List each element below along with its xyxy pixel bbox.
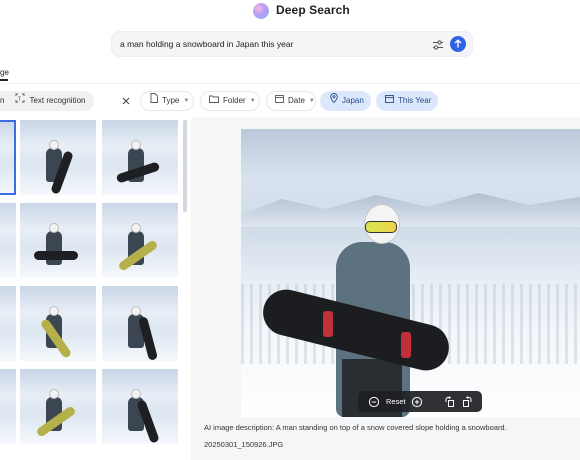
rotate-left-button[interactable] xyxy=(444,395,456,407)
chip-label: This Year xyxy=(398,96,432,105)
preview-image[interactable] xyxy=(241,129,580,417)
chevron-down-icon: ▼ xyxy=(308,98,315,104)
search-bar[interactable]: a man holding a snowboard in Japan this … xyxy=(111,31,473,57)
result-thumbnail[interactable] xyxy=(20,369,96,444)
results-scrollbar[interactable] xyxy=(183,120,187,212)
zoom-in-button[interactable] xyxy=(411,395,423,408)
filter-location[interactable]: Japan xyxy=(320,91,371,111)
filter-type[interactable]: Type ▼ xyxy=(140,91,194,111)
binding xyxy=(401,332,411,358)
close-icon xyxy=(122,97,130,105)
filter-folder[interactable]: Folder ▼ xyxy=(200,91,260,111)
arrow-up-icon xyxy=(454,39,462,48)
svg-text:T: T xyxy=(18,96,22,102)
chip-label: Date xyxy=(288,96,305,105)
search-submit-button[interactable] xyxy=(450,36,466,52)
filter-date[interactable]: Date ▼ xyxy=(266,91,316,111)
rotate-left-icon xyxy=(445,396,454,407)
result-thumbnail[interactable] xyxy=(102,203,178,278)
binding xyxy=(323,311,333,337)
image-description: AI image description: A man standing on … xyxy=(204,423,507,432)
file-icon xyxy=(150,91,158,111)
chip-text-fragment: n xyxy=(0,96,5,105)
result-thumbnail[interactable] xyxy=(0,369,16,444)
search-input[interactable]: a man holding a snowboard in Japan this … xyxy=(120,39,293,49)
result-thumbnail[interactable] xyxy=(102,120,178,195)
folder-icon xyxy=(209,91,219,111)
clear-filters-button[interactable] xyxy=(117,91,135,111)
image-viewer-toolbar: Reset xyxy=(358,391,482,412)
image-filename: 20250301_150926.JPG xyxy=(204,440,284,449)
result-thumbnail[interactable] xyxy=(0,120,16,195)
chip-label: Text recognition xyxy=(29,96,86,105)
active-tab-indicator xyxy=(0,79,8,81)
result-thumbnail[interactable] xyxy=(0,203,16,278)
zoom-in-icon xyxy=(411,396,423,408)
filter-period[interactable]: This Year xyxy=(376,91,438,111)
chip-label: Type xyxy=(162,96,180,105)
chip-label: Folder xyxy=(223,96,246,105)
result-thumbnail[interactable] xyxy=(20,120,96,195)
mountain-backdrop xyxy=(241,193,580,227)
result-thumbnail[interactable] xyxy=(102,286,178,361)
deep-search-window: Deep Search a man holding a snowboard in… xyxy=(0,0,580,460)
zoom-out-icon xyxy=(368,396,380,408)
text-recognition-icon: T xyxy=(15,91,25,111)
rotate-right-icon xyxy=(463,396,472,407)
app-logo xyxy=(253,3,269,19)
app-header: Deep Search xyxy=(0,0,580,22)
header-divider xyxy=(0,83,580,84)
result-thumbnail[interactable] xyxy=(102,369,178,444)
chip-text-recognition[interactable]: n T Text recognition xyxy=(0,91,94,111)
chip-label: Japan xyxy=(342,96,364,105)
chevron-down-icon: ▼ xyxy=(249,98,256,104)
results-grid xyxy=(0,120,182,460)
rotate-right-button[interactable] xyxy=(461,395,473,407)
calendar-icon xyxy=(275,91,284,111)
app-title: Deep Search xyxy=(276,3,350,17)
reset-zoom-button[interactable]: Reset xyxy=(386,397,406,406)
tab-image[interactable]: ge xyxy=(0,68,9,77)
map-pin-icon xyxy=(330,91,338,111)
sliders-icon[interactable] xyxy=(432,38,444,50)
result-thumbnail[interactable] xyxy=(0,286,16,361)
chevron-down-icon: ▼ xyxy=(183,98,190,104)
calendar-icon xyxy=(385,91,394,111)
result-thumbnail[interactable] xyxy=(20,203,96,278)
result-thumbnail[interactable] xyxy=(20,286,96,361)
zoom-out-button[interactable] xyxy=(368,395,380,408)
goggles xyxy=(365,221,397,233)
